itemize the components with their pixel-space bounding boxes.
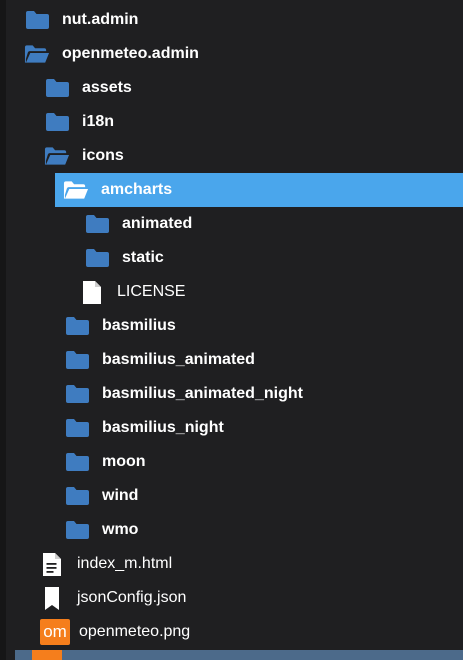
tree-item-label: static [122, 249, 164, 266]
folder-closed-icon [44, 75, 70, 101]
tree-item-label: index_m.html [77, 555, 173, 572]
folder-closed-icon [64, 483, 90, 509]
folder-open-icon [24, 41, 50, 67]
next-row-icon-partial [32, 650, 62, 660]
folder-closed-icon [64, 313, 90, 339]
tree-file-row[interactable]: jsonConfig.json [0, 581, 463, 615]
tree-folder-row[interactable]: basmilius_night [0, 411, 463, 445]
tree-file-row[interactable]: index_m.html [0, 547, 463, 581]
tree-folder-row[interactable]: openmeteo.admin [0, 37, 463, 71]
tree-folder-row[interactable]: assets [0, 71, 463, 105]
folder-closed-icon [64, 415, 90, 441]
tree-item-label: i18n [82, 113, 115, 130]
tree-item-label: openmeteo.png [79, 623, 191, 640]
tree-item-label: moon [102, 453, 146, 470]
tree-folder-row[interactable]: amcharts [55, 173, 463, 207]
tree-folder-row[interactable]: i18n [0, 105, 463, 139]
tree-item-label: amcharts [101, 181, 173, 198]
tree-folder-row[interactable]: icons [0, 139, 463, 173]
folder-closed-icon [64, 449, 90, 475]
folder-open-icon [44, 143, 70, 169]
tree-folder-row[interactable]: wmo [0, 513, 463, 547]
tree-item-label: basmilius_animated [102, 351, 255, 368]
folder-closed-icon [64, 381, 90, 407]
tree-item-label: basmilius_night [102, 419, 224, 436]
bookmark-file-icon [39, 585, 65, 611]
tree-item-label: wind [102, 487, 139, 504]
file-icon [79, 279, 105, 305]
tree-file-row[interactable]: om openmeteo.png [0, 615, 463, 649]
png-file-icon: om [39, 619, 71, 645]
tree-folder-row[interactable]: moon [0, 445, 463, 479]
tree-folder-row[interactable]: basmilius_animated [0, 343, 463, 377]
tree-item-label: icons [82, 147, 124, 164]
folder-closed-icon [64, 347, 90, 373]
tree-folder-row[interactable]: basmilius_animated_night [0, 377, 463, 411]
file-tree: nut.admin openmeteo.admin assets i18n icons a… [0, 0, 463, 660]
tree-item-label: basmilius [102, 317, 176, 334]
tree-folder-row[interactable]: basmilius [0, 309, 463, 343]
tree-folder-row[interactable]: animated [0, 207, 463, 241]
tree-item-label: wmo [102, 521, 139, 538]
tree-file-row[interactable]: LICENSE [0, 275, 463, 309]
folder-closed-icon [84, 211, 110, 237]
tree-item-label: jsonConfig.json [77, 589, 187, 606]
tree-item-label: animated [122, 215, 193, 232]
folder-closed-icon [84, 245, 110, 271]
tree-folder-row[interactable]: static [0, 241, 463, 275]
folder-closed-icon [44, 109, 70, 135]
next-row-partial[interactable] [15, 650, 463, 660]
tree-item-label: openmeteo.admin [62, 45, 199, 62]
png-badge-text: om [40, 619, 70, 645]
tree-item-label: LICENSE [117, 283, 186, 300]
tree-item-label: basmilius_animated_night [102, 385, 303, 402]
folder-closed-icon [64, 517, 90, 543]
tree-folder-row[interactable]: wind [0, 479, 463, 513]
tree-folder-row[interactable]: nut.admin [0, 3, 463, 37]
html-file-icon [39, 551, 65, 577]
folder-open-icon [63, 177, 89, 203]
tree-item-label: assets [82, 79, 132, 96]
tree-item-label: nut.admin [62, 11, 139, 28]
folder-closed-icon [24, 7, 50, 33]
